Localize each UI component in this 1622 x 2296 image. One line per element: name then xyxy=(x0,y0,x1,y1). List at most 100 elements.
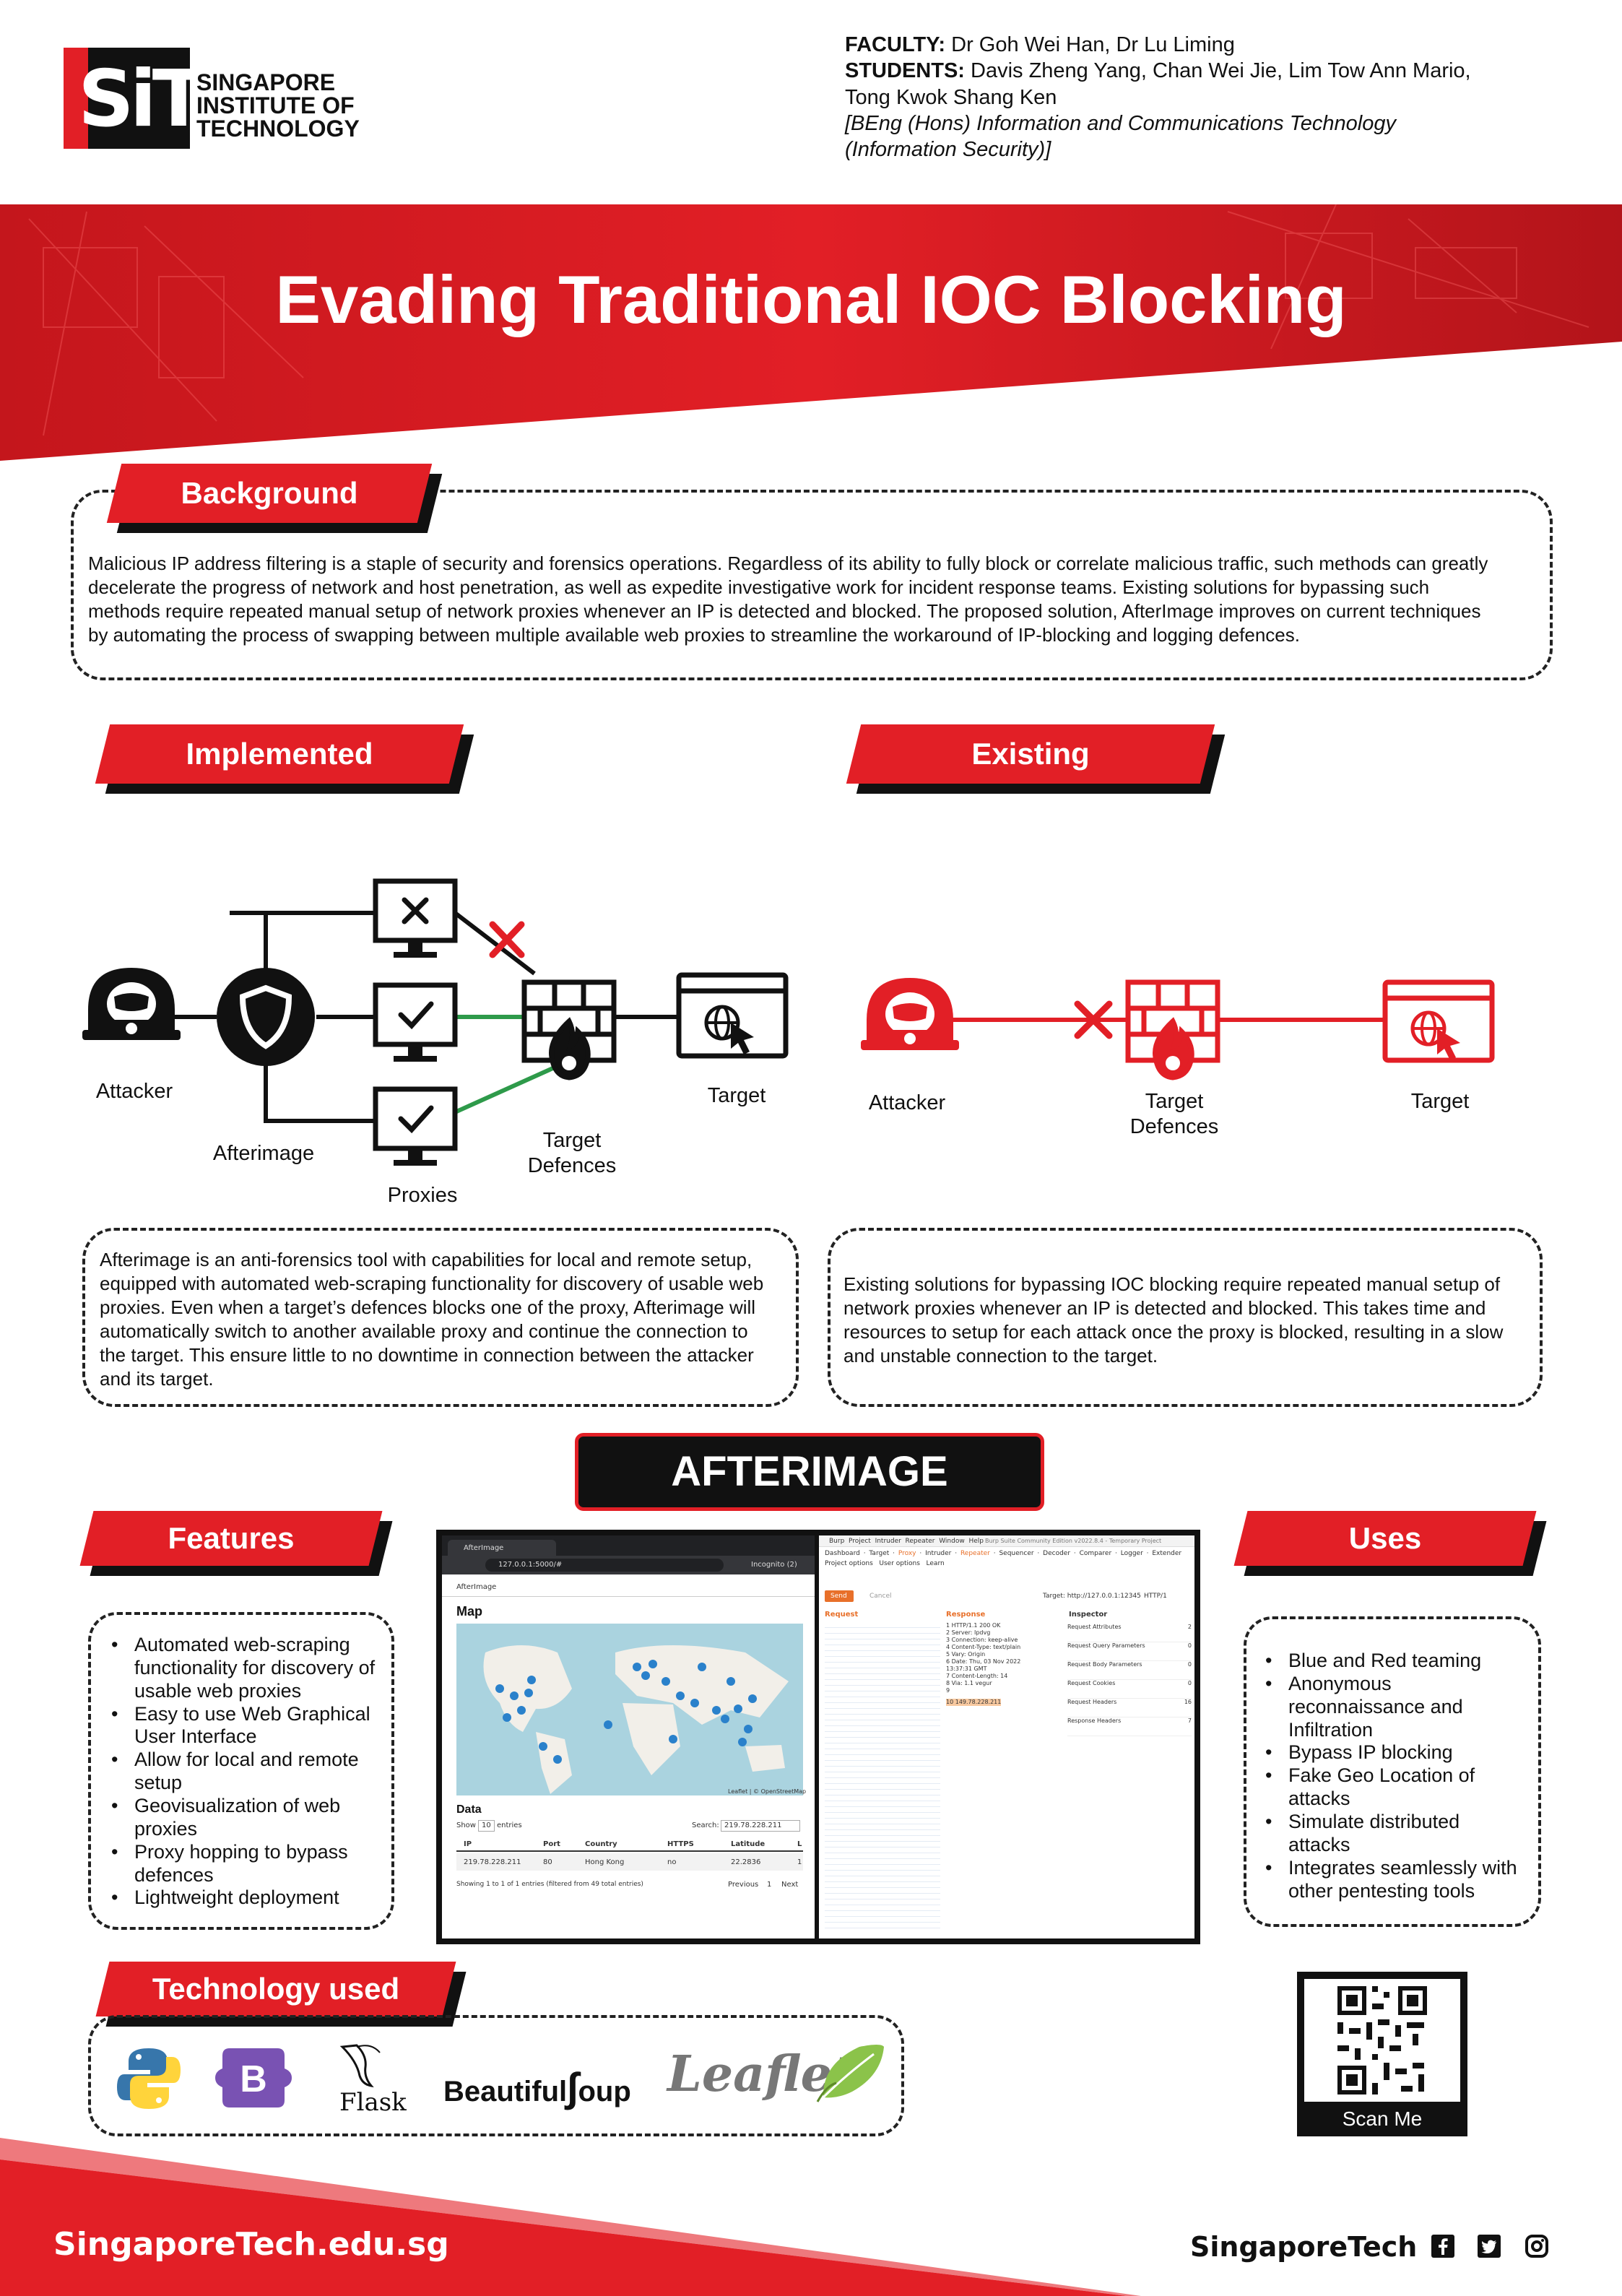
col-l[interactable]: L xyxy=(797,1840,802,1849)
degree-line: [BEng (Hons) Information and Communicati… xyxy=(845,111,1396,135)
attacker-label: Attacker xyxy=(95,1080,173,1103)
prev-button[interactable]: Previous xyxy=(728,1881,758,1889)
search-label: Search: xyxy=(692,1821,719,1829)
facebook-icon[interactable] xyxy=(1431,2235,1454,2258)
technology-heading: Technology used xyxy=(95,1962,467,2027)
background-heading: Background xyxy=(106,464,443,533)
instagram-icon[interactable] xyxy=(1525,2235,1548,2258)
cell-latitude: 22.2836 xyxy=(731,1858,761,1866)
footer-url[interactable]: SingaporeTech.edu.sg xyxy=(53,2229,449,2261)
target-label: Target xyxy=(707,1084,766,1107)
request-body[interactable] xyxy=(825,1622,940,1933)
firewall-icon xyxy=(1125,979,1220,1080)
http-version[interactable]: HTTP/1 xyxy=(1144,1593,1167,1600)
next-button[interactable]: Next xyxy=(781,1881,798,1889)
burp-menu[interactable]: Burp Project Intruder Repeater Window He… xyxy=(829,1538,984,1546)
bootstrap-letter: B xyxy=(240,2058,267,2100)
leaf-icon xyxy=(816,2045,884,2102)
background-text: Malicious IP address filtering is a stap… xyxy=(88,553,1488,646)
response-body[interactable]: 1 HTTP/1.1 200 OK 2 Server: Ipdvg 3 Conn… xyxy=(946,1622,1062,1933)
browser-tab-title[interactable]: AfterImage xyxy=(464,1544,503,1553)
logo-line: SINGAPORE xyxy=(196,69,336,95)
col-https[interactable]: HTTPS xyxy=(667,1840,694,1849)
defences-label: Target Defences xyxy=(527,1129,617,1177)
target-label: Target xyxy=(1410,1090,1470,1113)
inspector-panel[interactable]: Request Attributes 2 Request Query Parame… xyxy=(1067,1624,1192,1736)
col-country[interactable]: Country xyxy=(585,1840,617,1849)
list-item: Integrates seamlessly withother pentesti… xyxy=(1259,1857,1534,1903)
flask-label: Flask xyxy=(339,2088,407,2117)
cell-port: 80 xyxy=(543,1858,552,1866)
monitor-x-icon xyxy=(373,878,458,958)
burp-title: Burp Suite Community Edition v2022.8.4 -… xyxy=(985,1538,1162,1544)
list-item: Lightweight deployment xyxy=(105,1886,394,1910)
faculty-label: FACULTY: xyxy=(845,33,946,56)
qr-code[interactable]: Scan Me xyxy=(1297,1972,1467,2136)
incognito-badge: Incognito (2) xyxy=(751,1561,797,1569)
response-heading: Response xyxy=(946,1611,986,1619)
data-heading: Data xyxy=(456,1803,482,1816)
students-names-cont: Tong Kwok Shang Ken xyxy=(845,85,1057,109)
monitor-check-icon xyxy=(373,982,458,1062)
list-item: Anonymousreconnaissance andInfiltration xyxy=(1259,1673,1534,1742)
list-item: Proxy hopping to bypassdefences xyxy=(105,1841,394,1887)
browser-globe-icon xyxy=(1382,979,1495,1063)
features-list: Automated web-scrapingfunctionality for … xyxy=(105,1634,394,1910)
flask-icon xyxy=(339,2044,381,2088)
students-names: Davis Zheng Yang, Chan Wei Jie, Lim Tow … xyxy=(971,59,1471,83)
browser-window: AfterImage 127.0.0.1:5000/# Incognito (2… xyxy=(442,1535,815,1938)
existing-heading: Existing xyxy=(846,724,1226,794)
list-item: Fake Geo Location ofattacks xyxy=(1259,1764,1534,1811)
address-bar[interactable]: 127.0.0.1:5000/# xyxy=(498,1561,562,1569)
cell-https: no xyxy=(667,1858,677,1866)
hacker-icon xyxy=(861,978,959,1050)
footer-band xyxy=(0,2138,1141,2296)
request-heading: Request xyxy=(825,1611,859,1619)
app-title: AfterImage xyxy=(456,1583,497,1591)
logo-mark: SiT xyxy=(78,54,206,144)
features-heading: Features xyxy=(79,1511,393,1576)
cancel-button[interactable]: Cancel xyxy=(869,1593,892,1600)
col-port[interactable]: Port xyxy=(543,1840,560,1849)
existing-text: Existing solutions for bypassing IOC blo… xyxy=(843,1273,1504,1367)
degree-line: (Information Security)] xyxy=(845,138,1051,161)
burp-subtabs[interactable]: Project options User options Learn xyxy=(825,1560,945,1568)
cell-ip: 219.78.228.211 xyxy=(464,1858,521,1866)
uses-list: Blue and Red teaming Anonymousreconnaiss… xyxy=(1259,1650,1534,1902)
python-icon xyxy=(117,2048,181,2109)
logo-line: TECHNOLOGY xyxy=(196,116,360,142)
proxies-label: Proxies xyxy=(387,1184,458,1207)
footer-brand: SingaporeTech xyxy=(1190,2231,1418,2263)
faculty-names: Dr Goh Wei Han, Dr Lu Liming xyxy=(951,33,1235,56)
map-attribution: Leaflet | © OpenStreetMap xyxy=(728,1788,807,1795)
poster-title: Evading Traditional IOC Blocking xyxy=(275,261,1347,337)
defences-label: Target Defences xyxy=(1129,1090,1219,1138)
burp-target: Target: http://127.0.0.1:12345 xyxy=(1043,1593,1141,1600)
credits: FACULTY: Dr Goh Wei Han, Dr Lu Liming ST… xyxy=(845,32,1553,163)
page-button[interactable]: 1 xyxy=(767,1881,771,1889)
table-info: Showing 1 to 1 of 1 entries (filtered fr… xyxy=(456,1881,643,1888)
map-heading: Map xyxy=(456,1604,482,1619)
entries-label: entries xyxy=(497,1821,522,1829)
students-label: STUDENTS: xyxy=(845,59,965,83)
implemented-text: Afterimage is an anti-forensics tool wit… xyxy=(100,1249,764,1390)
list-item: Bypass IP blocking xyxy=(1259,1741,1534,1764)
qr-label: Scan Me xyxy=(1342,2107,1423,2130)
list-item: Geovisualization of webproxies xyxy=(105,1795,394,1841)
firewall-icon xyxy=(521,979,617,1080)
bootstrap-icon: B xyxy=(215,2048,292,2107)
proxy-map[interactable] xyxy=(456,1624,803,1795)
beautifulsoup-logo: Beautiful∫oup xyxy=(443,2064,631,2110)
twitter-icon[interactable] xyxy=(1478,2235,1501,2258)
entries-select[interactable]: 10 xyxy=(478,1820,495,1832)
attacker-label: Attacker xyxy=(868,1091,946,1114)
afterimage-label: Afterimage xyxy=(212,1142,315,1165)
existing-diagram xyxy=(861,978,1495,1080)
col-latitude[interactable]: Latitude xyxy=(731,1840,765,1849)
burp-tabs[interactable]: Dashboard · Target · Proxy · Intruder · … xyxy=(825,1550,1181,1558)
logo-line: INSTITUTE OF xyxy=(196,92,355,118)
col-ip[interactable]: IP xyxy=(464,1840,472,1849)
search-input[interactable]: 219.78.228.211 xyxy=(721,1820,800,1832)
show-label: Show xyxy=(456,1821,476,1829)
list-item: Blue and Red teaming xyxy=(1259,1650,1534,1673)
